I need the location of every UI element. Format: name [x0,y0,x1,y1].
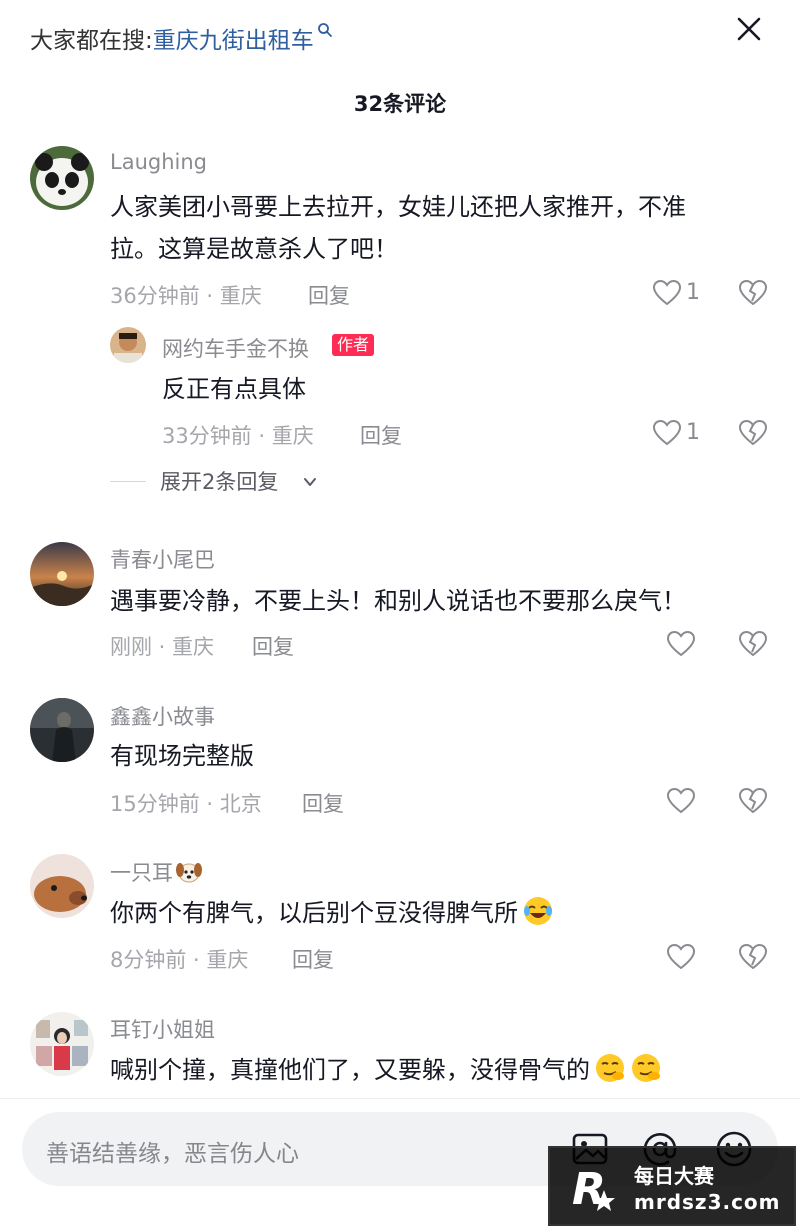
comment-meta: 刚刚 · 重庆 [110,635,215,659]
broken-heart-icon[interactable] [738,419,768,447]
comment-meta: 8分钟前 · 重庆 [110,948,249,972]
comment-meta: 36分钟前 · 重庆 [110,284,262,308]
comment-text: 人家美团小哥要上去拉开，女娃儿还把人家推开，不准 拉。这算是故意杀人了吧！ [110,186,770,270]
reply-username[interactable]: 网约车手金不换 [162,333,309,363]
reply-button[interactable]: 回复 [360,420,402,450]
close-icon[interactable] [732,12,766,46]
comment-count-title: 32条评论 [353,92,447,116]
sunset-avatar[interactable] [30,542,94,606]
trending-search-prefix: 大家都在搜: [30,28,153,54]
comment-username-text: 一只耳 [110,861,173,885]
heart-icon[interactable] [652,419,682,447]
heart-icon[interactable] [652,279,682,307]
reply-meta: 33分钟前 · 重庆 [162,424,314,448]
broken-heart-icon[interactable] [738,787,768,815]
expand-divider [110,481,146,482]
comment-input-placeholder: 善语结善缘，恶言伤人心 [46,1141,299,1167]
comment-username[interactable]: 鑫鑫小故事 [110,701,215,731]
comment-username[interactable]: 一只耳 [110,857,203,887]
smirk-emoji-icon [594,1052,626,1084]
comment-text-content: 喊别个撞，真撞他们了，又要躲，没得骨气的 [110,1056,590,1084]
reply-button[interactable]: 回复 [252,631,294,661]
reply-button[interactable]: 回复 [302,788,344,818]
comment-text-line: 拉。这算是故意杀人了吧！ [110,235,398,263]
like-count: 1 [686,280,700,305]
comment-text: 遇事要冷静，不要上头！和别人说话也不要那么戾气！ [110,587,686,615]
comment-text-content: 你两个有脾气，以后别个豆没得脾气所 [110,899,518,927]
dog-emoji-icon [175,860,203,884]
reply-text: 反正有点具体 [162,375,306,403]
watermark-url: mrdsz3.com [634,1190,781,1214]
broken-heart-icon[interactable] [738,279,768,307]
panda-avatar[interactable] [30,146,94,210]
dark-figure-avatar[interactable] [30,698,94,762]
comment-text: 喊别个撞，真撞他们了，又要躲，没得骨气的 [110,1049,780,1091]
comment-meta: 15分钟前 · 北京 [110,792,262,816]
like-count: 1 [686,420,700,445]
author-badge: 作者 [332,334,375,356]
comment-username[interactable]: 青春小尾巴 [110,544,215,574]
chevron-down-icon [302,474,318,490]
comment-text-line: 人家美团小哥要上去拉开，女娃儿还把人家推开，不准 [110,193,686,221]
watermark-logo-icon: R [568,1162,622,1216]
trending-search[interactable]: 大家都在搜:重庆九街出租车 [30,18,333,55]
comment-text: 有现场完整版 [110,742,254,770]
dog-avatar[interactable] [30,854,94,918]
smirk-emoji-icon [630,1052,662,1084]
expand-replies-label: 展开2条回复 [160,470,279,494]
comment-text: 你两个有脾气，以后别个豆没得脾气所 [110,892,780,934]
reply-button[interactable]: 回复 [292,944,334,974]
person-avatar[interactable] [110,327,146,363]
watermark-title: 每日大赛 [634,1164,714,1188]
collage-avatar[interactable] [30,1012,94,1076]
comment-username[interactable]: Laughing [110,150,207,174]
reply-button[interactable]: 回复 [308,280,350,310]
heart-icon[interactable] [666,943,696,971]
broken-heart-icon[interactable] [738,943,768,971]
comment-username[interactable]: 耳钉小姐姐 [110,1014,215,1044]
heart-icon[interactable] [666,787,696,815]
heart-icon[interactable] [666,630,696,658]
trending-search-keyword[interactable]: 重庆九街出租车 [153,28,314,54]
bottom-divider [0,1098,800,1099]
search-icon [317,18,333,37]
broken-heart-icon[interactable] [738,630,768,658]
laughing-crying-emoji-icon [522,895,554,927]
watermark: R 每日大赛 mrdsz3.com [548,1146,796,1226]
top-bar: 大家都在搜:重庆九街出租车 [0,0,800,70]
